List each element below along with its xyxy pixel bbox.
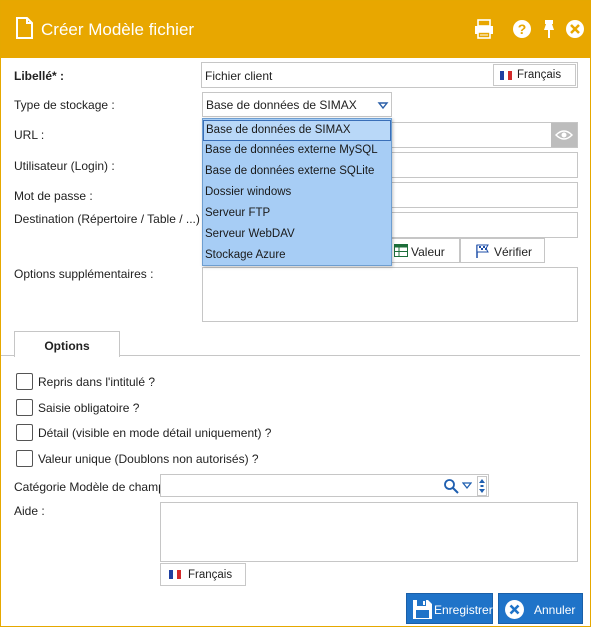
- saisie-obligatoire-checkbox[interactable]: [16, 399, 33, 416]
- table-value-icon: [394, 244, 408, 257]
- window-title: Créer Modèle fichier: [41, 20, 195, 39]
- tab-options[interactable]: Options: [14, 331, 120, 357]
- password-label: Mot de passe :: [14, 189, 93, 203]
- destination-field[interactable]: [391, 212, 578, 238]
- french-flag-icon: [169, 570, 181, 579]
- url-field[interactable]: [391, 122, 578, 148]
- type-stockage-dropdown-list: Base de données de SIMAX Base de données…: [202, 118, 392, 266]
- verifier-button[interactable]: Vérifier: [460, 238, 545, 263]
- login-label: Utilisateur (Login) :: [14, 159, 115, 173]
- libelle-field[interactable]: Fichier client Français: [201, 62, 578, 88]
- floppy-disk-icon: [413, 600, 432, 619]
- dropdown-option-ftp[interactable]: Serveur FTP: [203, 203, 391, 224]
- tab-divider-left: [1, 355, 14, 356]
- detail-checkbox[interactable]: [16, 424, 33, 441]
- categorie-label: Catégorie Modèle de champ :: [14, 480, 172, 494]
- categorie-select[interactable]: [160, 474, 489, 497]
- password-field[interactable]: [391, 182, 578, 208]
- dropdown-option-sqlite[interactable]: Base de données externe SQLite: [203, 161, 391, 182]
- repris-label: Repris dans l'intitulé ?: [38, 375, 156, 389]
- detail-label: Détail (visible en mode détail uniquemen…: [38, 426, 272, 440]
- printer-icon[interactable]: [473, 18, 495, 40]
- options-supplementaires-textarea[interactable]: [202, 267, 578, 322]
- dropdown-option-webdav[interactable]: Serveur WebDAV: [203, 224, 391, 245]
- dropdown-option-simax[interactable]: Base de données de SIMAX: [203, 120, 391, 141]
- tab-divider: [119, 355, 580, 356]
- type-stockage-select[interactable]: Base de données de SIMAX: [202, 92, 392, 117]
- login-field[interactable]: [391, 152, 578, 178]
- aide-label: Aide :: [14, 504, 45, 518]
- document-icon: [16, 17, 33, 39]
- help-icon[interactable]: ?: [511, 18, 533, 40]
- url-label: URL :: [14, 128, 45, 142]
- valeur-unique-checkbox[interactable]: [16, 450, 33, 467]
- type-stockage-value: Base de données de SIMAX: [206, 98, 357, 112]
- repris-checkbox[interactable]: [16, 373, 33, 390]
- cancel-label: Annuler: [534, 603, 576, 617]
- type-stockage-label: Type de stockage :: [14, 98, 115, 112]
- saisie-obligatoire-label: Saisie obligatoire ?: [38, 401, 140, 415]
- dropdown-option-windows[interactable]: Dossier windows: [203, 182, 391, 203]
- sort-stepper-icon[interactable]: [477, 476, 487, 496]
- valeur-unique-label: Valeur unique (Doublons non autorisés) ?: [38, 452, 259, 466]
- aide-language-button[interactable]: Français: [160, 563, 246, 586]
- show-password-toggle[interactable]: [551, 123, 577, 147]
- dropdown-option-azure[interactable]: Stockage Azure: [203, 245, 391, 266]
- cancel-icon: [505, 600, 524, 619]
- french-flag-icon: [500, 71, 512, 80]
- chevron-down-icon[interactable]: [462, 481, 472, 491]
- eye-icon: [555, 130, 573, 140]
- chevron-down-icon[interactable]: [376, 94, 390, 116]
- destination-label: Destination (Répertoire / Table / ...) :: [14, 212, 207, 226]
- pin-icon[interactable]: [538, 18, 560, 40]
- aide-textarea[interactable]: [160, 502, 578, 562]
- search-icon[interactable]: [443, 478, 459, 494]
- libelle-label: Libellé* :: [14, 69, 65, 83]
- save-button[interactable]: Enregistrer: [406, 593, 493, 624]
- tab-options-label: Options: [44, 339, 90, 353]
- libelle-value: Fichier client: [205, 69, 273, 83]
- save-label: Enregistrer: [434, 603, 493, 617]
- dialog-window: Créer Modèle fichier ? Libellé* : Fichie…: [0, 0, 591, 627]
- options-supplementaires-label: Options supplémentaires :: [14, 267, 154, 281]
- aide-language-label: Français: [188, 569, 233, 581]
- libelle-language-label: Français: [517, 69, 562, 81]
- valeur-button[interactable]: Valeur: [391, 238, 460, 263]
- close-icon[interactable]: [564, 18, 586, 40]
- title-bar: Créer Modèle fichier ?: [1, 1, 590, 58]
- svg-text:?: ?: [518, 21, 527, 37]
- valeur-label: Valeur: [411, 245, 445, 259]
- cancel-button[interactable]: Annuler: [498, 593, 583, 624]
- flag-check-icon: [476, 244, 489, 258]
- verifier-label: Vérifier: [494, 245, 533, 259]
- dropdown-option-mysql[interactable]: Base de données externe MySQL: [203, 140, 391, 161]
- libelle-language-button[interactable]: Français: [493, 64, 576, 86]
